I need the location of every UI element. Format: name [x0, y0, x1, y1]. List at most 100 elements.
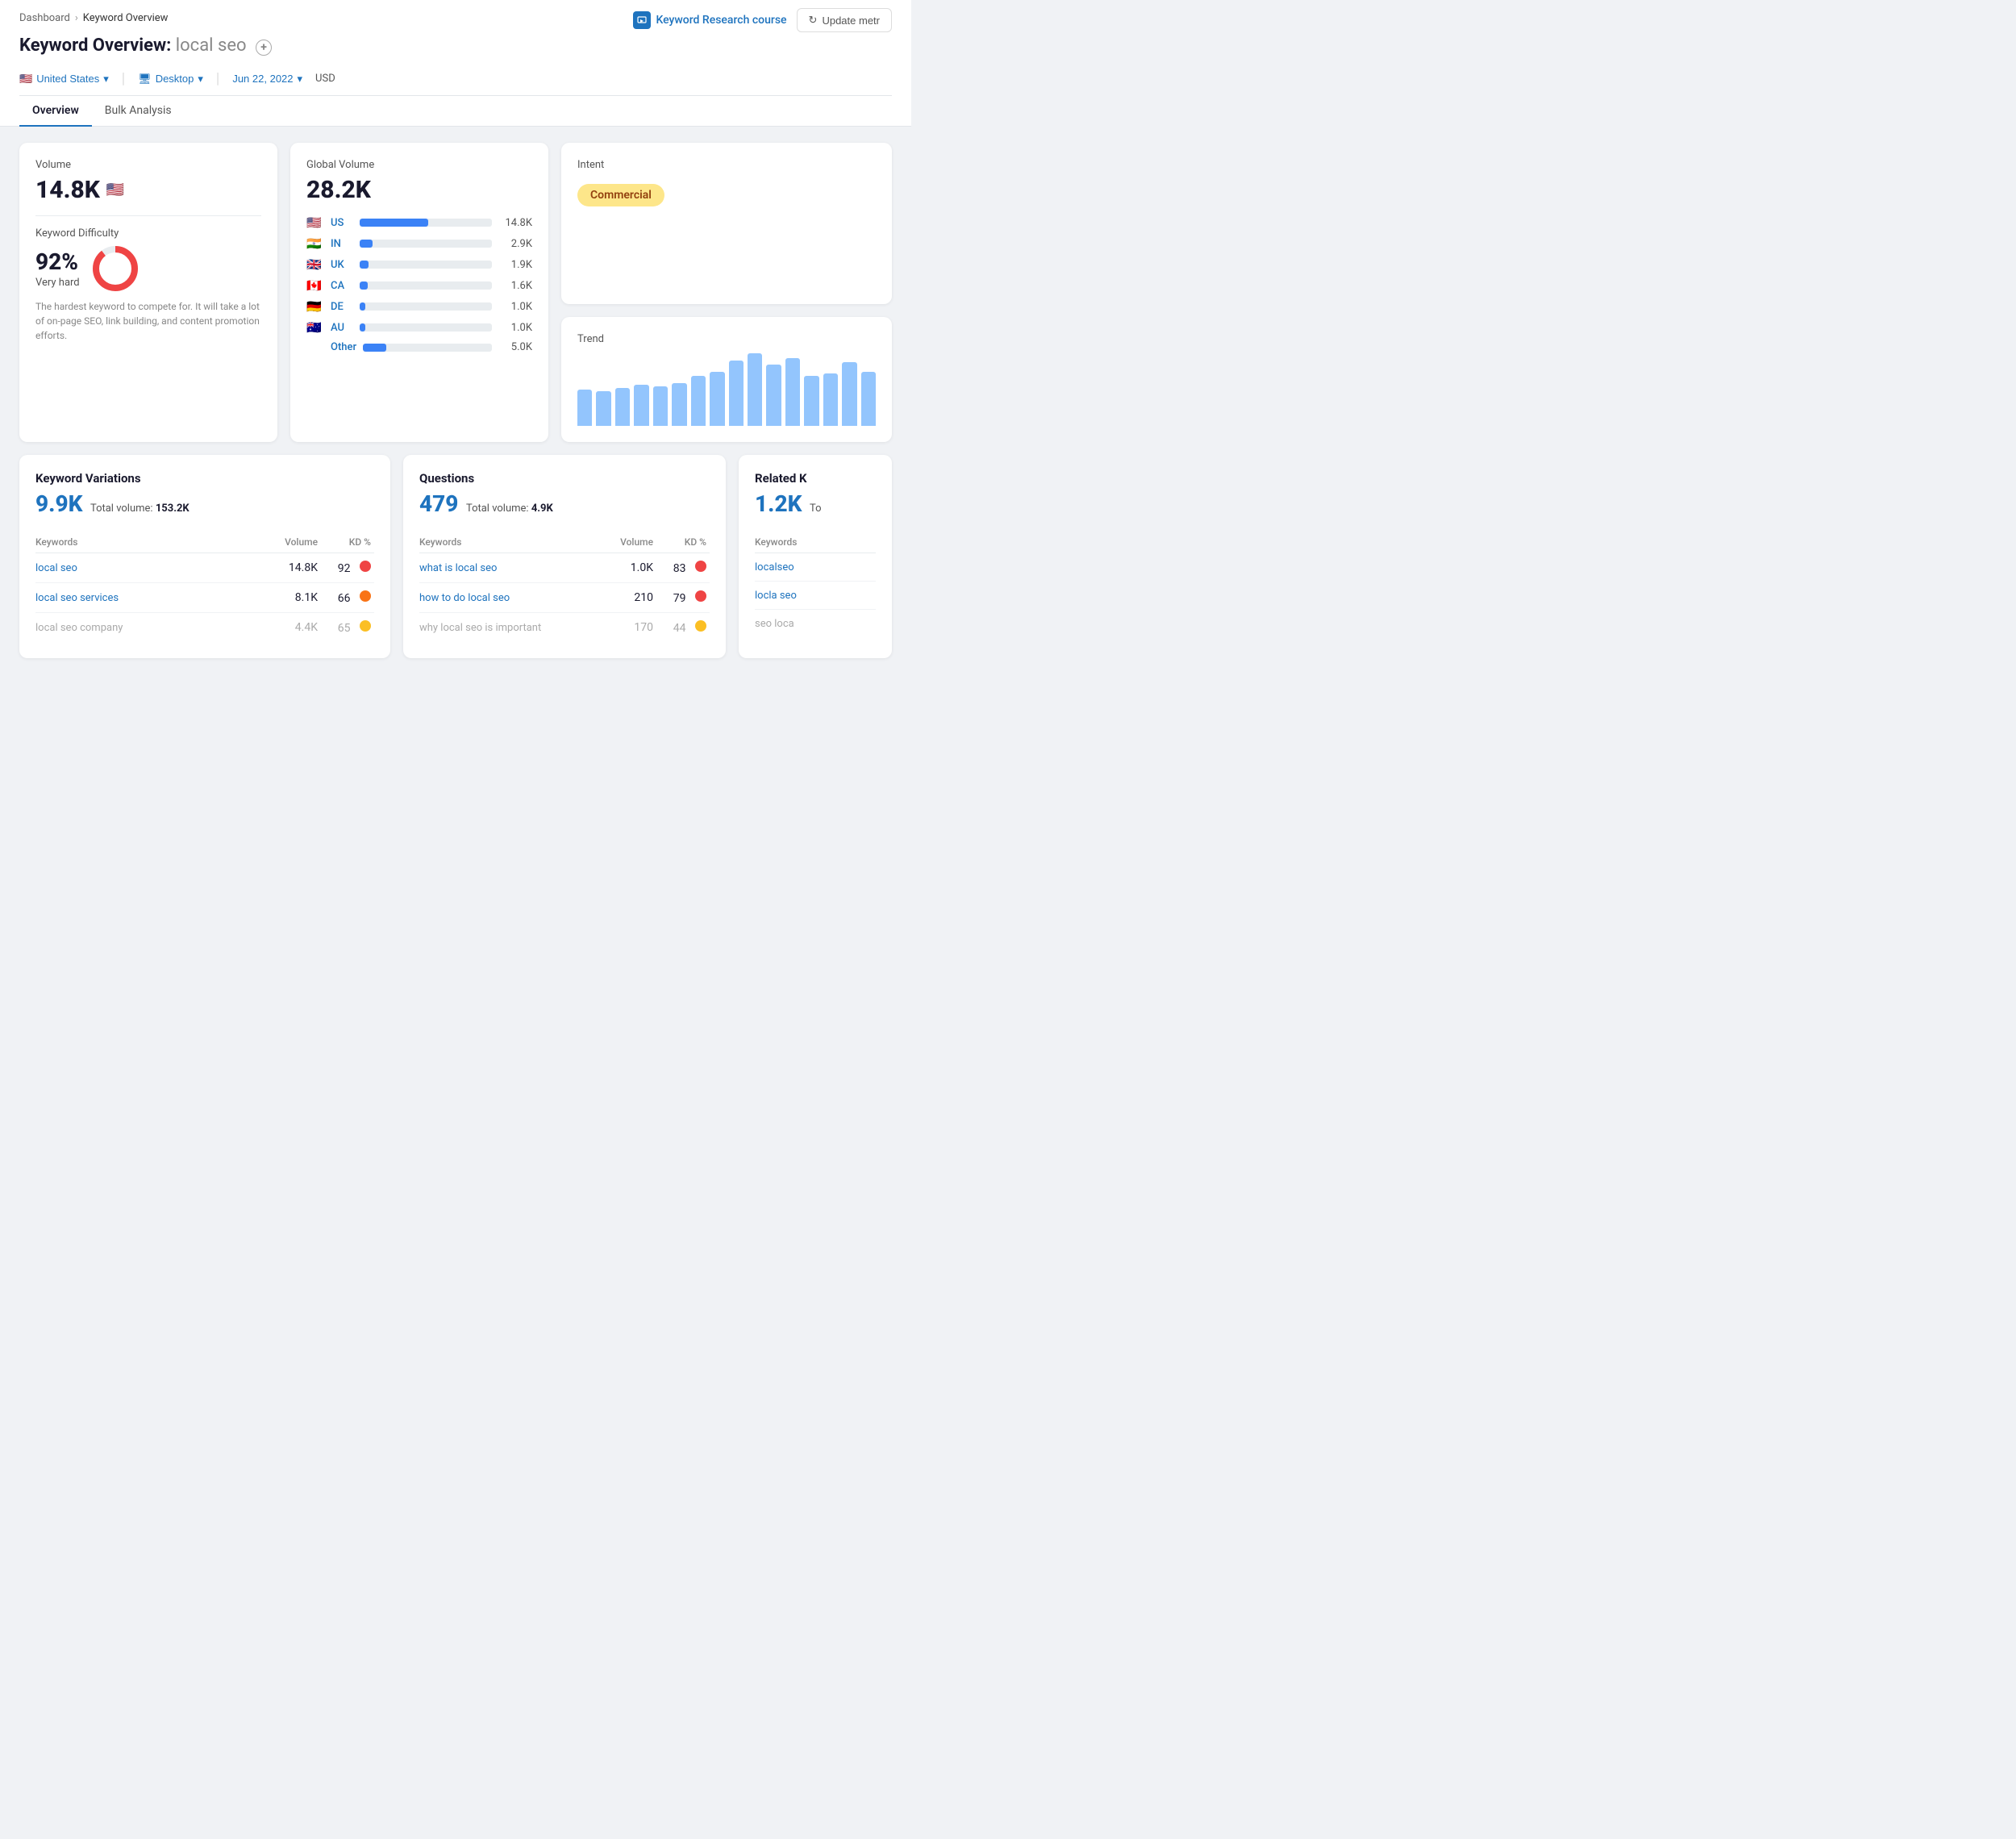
trend-bar	[748, 353, 762, 426]
breadcrumb: Dashboard › Keyword Overview	[19, 12, 168, 29]
date-filter[interactable]: Jun 22, 2022 ▾	[232, 73, 302, 85]
table-cell-keyword: local seo company	[35, 621, 261, 634]
table-row: local seo 14.8K 92	[35, 553, 374, 583]
device-chevron: ▾	[198, 73, 203, 85]
keyword-link[interactable]: local seo company	[35, 622, 123, 634]
kd-difficulty-dot	[360, 590, 371, 602]
add-keyword-button[interactable]: +	[256, 40, 272, 56]
table-cell-keyword: localseo	[755, 561, 876, 573]
table-cell-kd: 92	[318, 561, 374, 575]
keyword-link[interactable]: what is local seo	[419, 562, 497, 574]
bottom-cards-row: Keyword Variations 9.9K Total volume: 15…	[19, 455, 892, 658]
country-rows: 🇺🇸 US 14.8K 🇮🇳 IN 2.9K 🇬🇧 UK 1.9K 🇨🇦 CA …	[306, 215, 532, 353]
update-btn-label: Update metr	[822, 15, 880, 27]
country-code[interactable]: US	[331, 217, 353, 229]
related-card: Related K 1.2K To Keywords localseo locl…	[739, 455, 892, 658]
kw-variations-rows: local seo 14.8K 92 local seo services 8.…	[35, 553, 374, 642]
desktop-icon: 🖥	[138, 73, 152, 85]
kw-variations-summary: 9.9K Total volume: 153.2K	[35, 490, 374, 517]
country-flag: 🇩🇪	[306, 299, 324, 314]
kd-difficulty-dot	[695, 561, 706, 572]
kd-difficulty-dot	[360, 561, 371, 572]
trend-bar	[634, 385, 648, 426]
table-cell-volume: 1.0K	[597, 561, 653, 574]
q-col-header-volume: Volume	[597, 536, 653, 548]
tab-bulk-analysis[interactable]: Bulk Analysis	[92, 96, 185, 127]
keyword-link[interactable]: seo loca	[755, 618, 794, 630]
questions-count: 479	[419, 490, 458, 517]
country-bar-fill	[360, 323, 365, 332]
tab-overview[interactable]: Overview	[19, 96, 92, 127]
keyword-link[interactable]: localseo	[755, 561, 794, 573]
country-code[interactable]: DE	[331, 301, 353, 313]
table-row: what is local seo 1.0K 83	[419, 553, 710, 583]
country-row: 🇩🇪 DE 1.0K	[306, 299, 532, 314]
keyword-link[interactable]: local seo services	[35, 592, 119, 604]
country-code[interactable]: CA	[331, 280, 353, 292]
country-row: 🇬🇧 UK 1.9K	[306, 257, 532, 272]
keyword-link[interactable]: local seo	[35, 562, 77, 574]
related-title: Related K	[755, 471, 876, 486]
country-code[interactable]: Other	[331, 341, 356, 353]
table-row: how to do local seo 210 79	[419, 583, 710, 613]
country-volume: 2.9K	[498, 238, 532, 250]
currency-label: USD	[315, 73, 335, 85]
date-label: Jun 22, 2022	[232, 73, 293, 85]
country-code[interactable]: AU	[331, 322, 353, 334]
questions-card: Questions 479 Total volume: 4.9K Keyword…	[403, 455, 726, 658]
table-cell-keyword: seo loca	[755, 617, 876, 630]
intent-card: Intent Commercial	[561, 143, 892, 304]
kd-number: 92	[338, 562, 351, 575]
breadcrumb-dashboard[interactable]: Dashboard	[19, 12, 70, 24]
country-chevron: ▾	[103, 73, 109, 85]
r-col-header-keywords: Keywords	[755, 536, 876, 548]
table-cell-volume: 4.4K	[261, 621, 318, 634]
country-bar-fill	[360, 261, 369, 269]
country-flag: 🇮🇳	[306, 236, 324, 251]
global-volume-value: 28.2K	[306, 176, 532, 204]
table-cell-keyword: what is local seo	[419, 561, 597, 574]
table-row: seo loca	[755, 610, 876, 637]
country-volume: 1.0K	[498, 322, 532, 334]
kd-sub: Very hard	[35, 277, 80, 289]
country-flag: 🇨🇦	[306, 278, 324, 293]
keyword-link[interactable]: how to do local seo	[419, 592, 510, 604]
top-right-controls: Keyword Research course ↻ Update metr	[633, 8, 892, 32]
country-bar-bg	[360, 261, 492, 269]
global-volume-label: Global Volume	[306, 159, 532, 171]
course-link[interactable]: Keyword Research course	[633, 11, 786, 29]
filters-row: 🇺🇸 United States ▾ | 🖥 Desktop ▾ | Jun 2…	[19, 64, 892, 95]
table-cell-volume: 210	[597, 591, 653, 604]
questions-table-header: Keywords Volume KD %	[419, 528, 710, 553]
country-code[interactable]: UK	[331, 259, 353, 271]
keyword-link[interactable]: locla seo	[755, 590, 797, 602]
volume-value: 14.8K 🇺🇸	[35, 176, 261, 204]
trend-chart	[577, 353, 876, 426]
questions-total: Total volume: 4.9K	[466, 502, 553, 515]
kd-label: Keyword Difficulty	[35, 227, 261, 240]
trend-bar	[729, 361, 744, 426]
country-bar-fill	[360, 219, 428, 227]
country-volume: 1.9K	[498, 259, 532, 271]
filter-sep-2: |	[216, 70, 219, 87]
volume-card: Volume 14.8K 🇺🇸 Keyword Difficulty 92% V…	[19, 143, 277, 442]
kd-number: 83	[673, 562, 686, 575]
country-bar-bg	[360, 323, 492, 332]
keyword-link[interactable]: why local seo is important	[419, 622, 541, 634]
q-col-header-kd: KD %	[653, 536, 710, 548]
course-icon	[633, 11, 651, 29]
device-filter[interactable]: 🖥 Desktop ▾	[138, 73, 203, 85]
table-row: local seo company 4.4K 65	[35, 613, 374, 642]
country-flag: 🇦🇺	[306, 320, 324, 335]
update-metrics-button[interactable]: ↻ Update metr	[797, 8, 892, 32]
trend-bar	[823, 373, 838, 426]
right-column: Intent Commercial Trend	[561, 143, 892, 442]
kd-number: 65	[338, 622, 351, 635]
table-row: local seo services 8.1K 66	[35, 583, 374, 613]
table-cell-volume: 8.1K	[261, 591, 318, 604]
breadcrumb-current: Keyword Overview	[83, 12, 169, 24]
country-bar-bg	[360, 219, 492, 227]
country-filter[interactable]: 🇺🇸 United States ▾	[19, 73, 109, 85]
country-code[interactable]: IN	[331, 238, 353, 250]
kw-variations-total: Total volume: 153.2K	[90, 502, 190, 515]
